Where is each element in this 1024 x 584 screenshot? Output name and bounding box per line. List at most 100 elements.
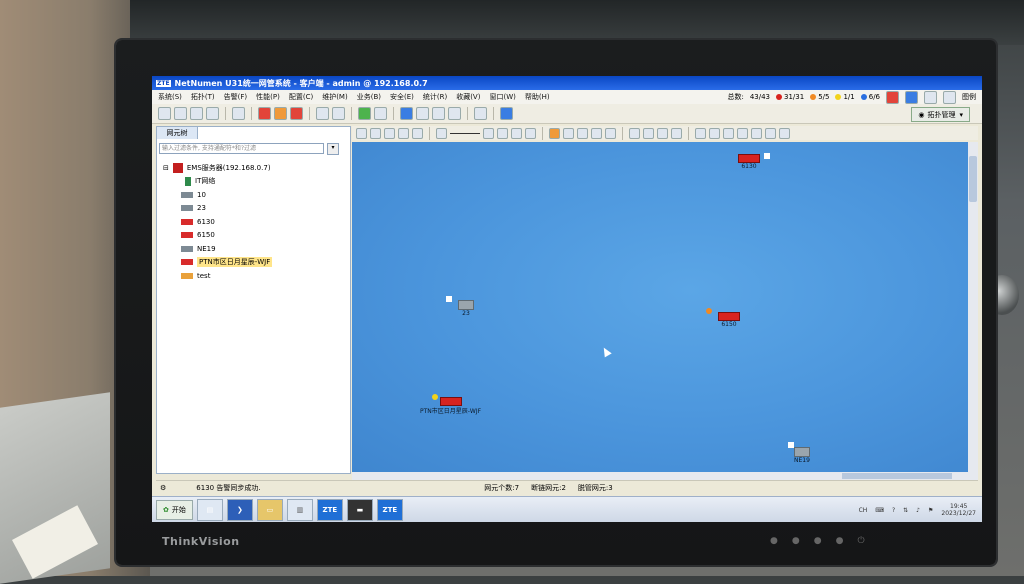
search-icon[interactable] [448,107,461,120]
major-alarm-filter-icon[interactable] [274,107,287,120]
tree-node-6150[interactable]: 6150 [163,229,272,243]
collapse-icon[interactable]: ⊟ [163,164,169,172]
canvas-horizontal-scrollbar[interactable] [352,472,978,480]
tree-node-test[interactable]: test [163,269,272,283]
panel-icon[interactable] [765,127,776,139]
ne-6150[interactable]: 6150 [706,308,740,328]
window-layout-icon[interactable] [751,127,762,139]
settings-icon[interactable] [400,107,413,120]
alarm-view-icon[interactable] [924,90,937,104]
ne-6130[interactable]: 6130 [738,153,770,170]
report-icon[interactable] [416,107,429,120]
zoom-slider[interactable] [450,132,480,134]
back-icon[interactable] [190,107,203,120]
lasso-icon[interactable] [384,127,395,139]
window-icon[interactable] [332,107,345,120]
save-icon[interactable] [591,127,602,139]
topology-manage-button[interactable]: ◉ 拓扑管理 ▾ [911,107,970,122]
help-tray-icon[interactable]: ? [892,507,895,514]
chart-icon[interactable] [432,107,445,120]
tree-node-23[interactable]: 23 [163,202,272,216]
forward-icon[interactable] [206,107,219,120]
zoom-out-icon[interactable] [412,127,423,139]
menu-favorites[interactable]: 收藏(V) [456,92,480,102]
tree-node-ne19[interactable]: NE19 [163,242,272,256]
keyboard-icon[interactable]: ⌨ [875,507,884,514]
actual-size-icon[interactable] [511,127,522,139]
menu-statistics[interactable]: 统计(R) [423,92,447,102]
wrench-icon[interactable] [709,127,720,139]
menu-help[interactable]: 帮助(H) [525,92,550,102]
taskbar-app-tools[interactable]: ▥ [286,499,313,521]
image-icon[interactable] [563,127,574,139]
tree-node-10[interactable]: 10 [163,188,272,202]
refresh-icon[interactable] [358,107,371,120]
zoom-plus-icon[interactable] [483,127,494,139]
start-button[interactable]: ✿ 开始 [156,500,193,520]
scroll-thumb[interactable] [842,473,952,479]
tree-node-it-network[interactable]: IT网络 [163,175,272,189]
zoom-in-icon[interactable] [398,127,409,139]
scroll-thumb[interactable] [969,156,977,202]
highlight-icon[interactable] [549,127,560,139]
ne-ptn[interactable]: PTN市区日月星辰-WJF [420,394,481,415]
tree-filter-input[interactable]: 输入过滤条件, 支持通配符*和?过滤 [159,143,324,154]
critical-alarm-filter-icon[interactable] [258,107,271,120]
taskbar-app-console[interactable]: ▬ [346,499,373,521]
help-icon[interactable] [500,107,513,120]
copy-icon[interactable] [723,127,734,139]
clock[interactable]: 19:45 2023/12/27 [941,503,976,517]
tab-ne-tree[interactable]: 网元树 [157,127,198,139]
menu-system[interactable]: 系统(S) [158,92,182,102]
window-titlebar[interactable]: ZTE NetNumen U31统一网管系统 - 客户端 - admin @ 1… [152,76,982,90]
volume-icon[interactable]: ♪ [916,507,920,514]
menu-maintenance[interactable]: 维护(M) [322,92,348,102]
topology-icon[interactable] [158,107,171,120]
taskbar-app-explorer[interactable]: ▭ [256,499,283,521]
fit-icon[interactable] [497,127,508,139]
left-arrow-icon[interactable] [643,127,654,139]
export-icon[interactable] [577,127,588,139]
monitor-icon[interactable] [316,107,329,120]
network-icon[interactable]: ⇅ [903,507,908,514]
grid-icon[interactable] [629,127,640,139]
menu-alarm[interactable]: 告警(F) [224,92,248,102]
alarm-view-icon[interactable] [943,90,956,104]
right-arrow-icon[interactable] [657,127,668,139]
taskbar-app-zte-1[interactable]: ZTE [316,499,343,521]
alarm-icon[interactable] [174,107,187,120]
topology-canvas[interactable]: 6130 23 6150 PTN市区日月星辰-WJF NE19 [352,142,968,472]
menu-window[interactable]: 窗口(W) [489,92,515,102]
flag-icon[interactable]: ⚑ [928,507,933,514]
tree-node-ptn[interactable]: PTN市区日月星辰-WJF [163,256,273,270]
menu-topology[interactable]: 拓扑(T) [191,92,215,102]
find-icon[interactable] [695,127,706,139]
major-count[interactable]: 5/5 [810,93,829,101]
tree-node-ems-server[interactable]: ⊟ EMS服务器(192.168.0.7) [163,161,272,175]
language-indicator[interactable]: CH [859,507,868,514]
layout-icon[interactable] [374,107,387,120]
tile-icon[interactable] [779,127,790,139]
ne-ne19[interactable]: NE19 [788,442,810,464]
menu-business[interactable]: 业务(B) [357,92,381,102]
menu-performance[interactable]: 性能(P) [256,92,280,102]
binoculars-icon[interactable] [737,127,748,139]
taskbar-app-powershell[interactable]: ❯ [226,499,253,521]
alarm-view-icon[interactable] [905,90,918,104]
legend-label[interactable]: 图例 [962,92,976,102]
menu-security[interactable]: 安全(E) [390,92,414,102]
taskbar-app-server[interactable]: ▤ [196,499,223,521]
pointer-icon[interactable] [356,127,367,139]
alarm-board-icon[interactable] [290,107,303,120]
menu-config[interactable]: 配置(C) [289,92,313,102]
tools-icon[interactable] [474,107,487,120]
taskbar-app-zte-2[interactable]: ZTE [376,499,403,521]
canvas-vertical-scrollbar[interactable] [968,142,978,472]
tree-node-6130[interactable]: 6130 [163,215,272,229]
warning-count[interactable]: 6/6 [860,93,880,101]
alarm-view-icon[interactable] [886,90,899,104]
ne-23[interactable]: 23 [446,296,474,317]
link-icon[interactable] [671,127,682,139]
globe-icon[interactable] [232,107,245,120]
select-icon[interactable] [370,127,381,139]
